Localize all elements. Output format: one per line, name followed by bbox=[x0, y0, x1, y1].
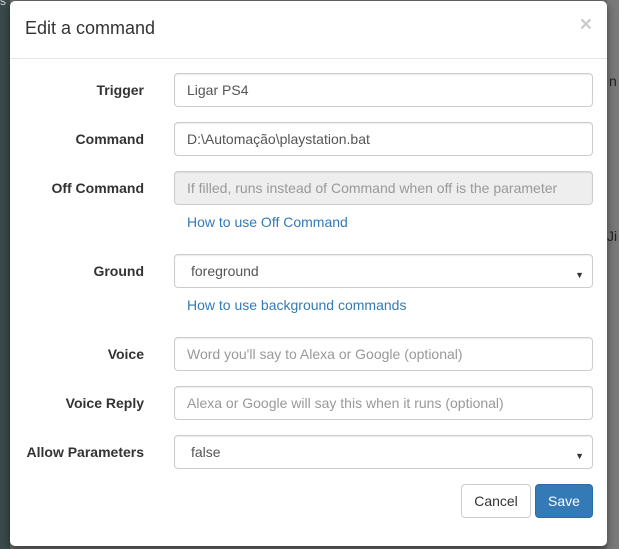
allow-parameters-select[interactable]: false ▼ bbox=[174, 435, 593, 469]
ground-label: Ground bbox=[93, 263, 144, 279]
voice-reply-label: Voice Reply bbox=[65, 395, 144, 411]
trigger-label: Trigger bbox=[96, 82, 144, 98]
off-command-input: If filled, runs instead of Command when … bbox=[174, 171, 593, 205]
modal-title: Edit a command bbox=[25, 18, 156, 38]
allow-parameters-label: Allow Parameters bbox=[26, 444, 145, 460]
allow-parameters-selected-value: false bbox=[191, 444, 221, 460]
trigger-input[interactable]: Ligar PS4 bbox=[174, 73, 593, 107]
save-button[interactable]: Save bbox=[535, 484, 593, 518]
command-label: Command bbox=[75, 131, 144, 147]
chevron-down-icon: ▼ bbox=[575, 451, 584, 461]
command-input[interactable]: D:\Automação\playstation.bat bbox=[174, 122, 593, 156]
cancel-button[interactable]: Cancel bbox=[461, 484, 531, 518]
background-text: n bbox=[609, 73, 617, 89]
voice-label: Voice bbox=[107, 346, 144, 362]
voice-input[interactable]: Word you'll say to Alexa or Google (opti… bbox=[174, 337, 593, 371]
edit-command-modal: Edit a command × Trigger Ligar PS4 Comma… bbox=[10, 1, 607, 546]
background-commands-help-link[interactable]: How to use background commands bbox=[187, 297, 406, 313]
modal-header: Edit a command × bbox=[10, 1, 607, 59]
ground-selected-value: foreground bbox=[191, 263, 259, 279]
background-text: s bbox=[0, 0, 6, 8]
ground-select[interactable]: foreground ▼ bbox=[174, 254, 593, 288]
background-left-strip bbox=[0, 0, 10, 549]
voice-reply-input[interactable]: Alexa or Google will say this when it ru… bbox=[174, 386, 593, 420]
close-icon[interactable]: × bbox=[580, 14, 592, 35]
chevron-down-icon: ▼ bbox=[575, 270, 584, 280]
background-text: Ji bbox=[607, 228, 618, 244]
off-command-label: Off Command bbox=[51, 180, 144, 196]
off-command-help-link[interactable]: How to use Off Command bbox=[187, 214, 348, 230]
